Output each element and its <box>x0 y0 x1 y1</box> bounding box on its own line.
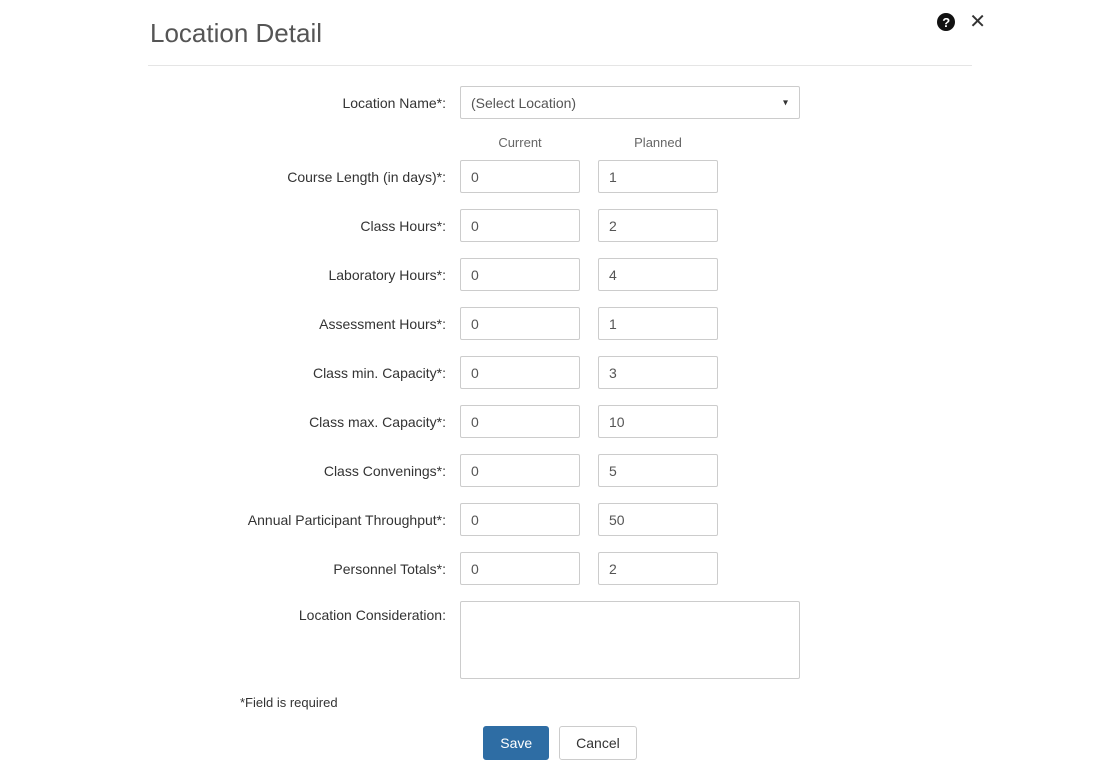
label-location-name: Location Name*: <box>170 95 460 111</box>
label-course-length: Course Length (in days)*: <box>170 169 460 185</box>
modal-header: Location Detail ? ✕ <box>0 0 1120 59</box>
annual-throughput-planned-input[interactable] <box>598 503 718 536</box>
assessment-hours-planned-input[interactable] <box>598 307 718 340</box>
column-headers: Current Planned <box>460 135 950 150</box>
row-annual-throughput: Annual Participant Throughput*: 0 <box>170 503 950 536</box>
label-class-hours: Class Hours*: <box>170 218 460 234</box>
personnel-totals-current: 0 <box>460 552 580 585</box>
label-lab-hours: Laboratory Hours*: <box>170 267 460 283</box>
location-consideration-textarea[interactable] <box>460 601 800 679</box>
row-class-hours: Class Hours*: 0 <box>170 209 950 242</box>
course-length-planned-input[interactable] <box>598 160 718 193</box>
required-note: *Field is required <box>240 695 950 710</box>
label-personnel-totals: Personnel Totals*: <box>170 561 460 577</box>
row-location-consideration: Location Consideration: <box>170 601 950 679</box>
header-divider <box>148 65 972 66</box>
lab-hours-current: 0 <box>460 258 580 291</box>
class-min-cap-planned-input[interactable] <box>598 356 718 389</box>
row-class-max-cap: Class max. Capacity*: 0 <box>170 405 950 438</box>
annual-throughput-current: 0 <box>460 503 580 536</box>
modal-location-detail: Location Detail ? ✕ Location Name*: (Sel… <box>0 0 1120 780</box>
header-icons: ? ✕ <box>937 12 990 32</box>
row-assessment-hours: Assessment Hours*: 0 <box>170 307 950 340</box>
page-title: Location Detail <box>150 18 970 49</box>
assessment-hours-current: 0 <box>460 307 580 340</box>
label-class-convenings: Class Convenings*: <box>170 463 460 479</box>
class-hours-planned-input[interactable] <box>598 209 718 242</box>
save-button[interactable]: Save <box>483 726 549 760</box>
class-min-cap-current: 0 <box>460 356 580 389</box>
help-icon[interactable]: ? <box>937 13 955 31</box>
column-header-planned: Planned <box>598 135 718 150</box>
row-lab-hours: Laboratory Hours*: 0 <box>170 258 950 291</box>
form-area: Location Name*: (Select Location) ▾ Curr… <box>170 86 950 760</box>
cancel-button[interactable]: Cancel <box>559 726 637 760</box>
class-convenings-current: 0 <box>460 454 580 487</box>
label-annual-throughput: Annual Participant Throughput*: <box>170 512 460 528</box>
button-row: Save Cancel <box>170 726 950 760</box>
row-personnel-totals: Personnel Totals*: 0 <box>170 552 950 585</box>
label-assessment-hours: Assessment Hours*: <box>170 316 460 332</box>
label-location-consideration: Location Consideration: <box>170 601 460 623</box>
class-convenings-planned-input[interactable] <box>598 454 718 487</box>
row-course-length: Course Length (in days)*: 0 <box>170 160 950 193</box>
row-class-convenings: Class Convenings*: 0 <box>170 454 950 487</box>
label-class-min-cap: Class min. Capacity*: <box>170 365 460 381</box>
class-hours-current: 0 <box>460 209 580 242</box>
close-icon[interactable]: ✕ <box>965 12 990 32</box>
label-class-max-cap: Class max. Capacity*: <box>170 414 460 430</box>
class-max-cap-planned-input[interactable] <box>598 405 718 438</box>
lab-hours-planned-input[interactable] <box>598 258 718 291</box>
row-class-min-cap: Class min. Capacity*: 0 <box>170 356 950 389</box>
location-name-select-wrap: (Select Location) ▾ <box>460 86 800 119</box>
column-header-current: Current <box>460 135 580 150</box>
class-max-cap-current: 0 <box>460 405 580 438</box>
course-length-current: 0 <box>460 160 580 193</box>
row-location-name: Location Name*: (Select Location) ▾ <box>170 86 950 119</box>
location-name-select[interactable]: (Select Location) <box>460 86 800 119</box>
personnel-totals-planned-input[interactable] <box>598 552 718 585</box>
